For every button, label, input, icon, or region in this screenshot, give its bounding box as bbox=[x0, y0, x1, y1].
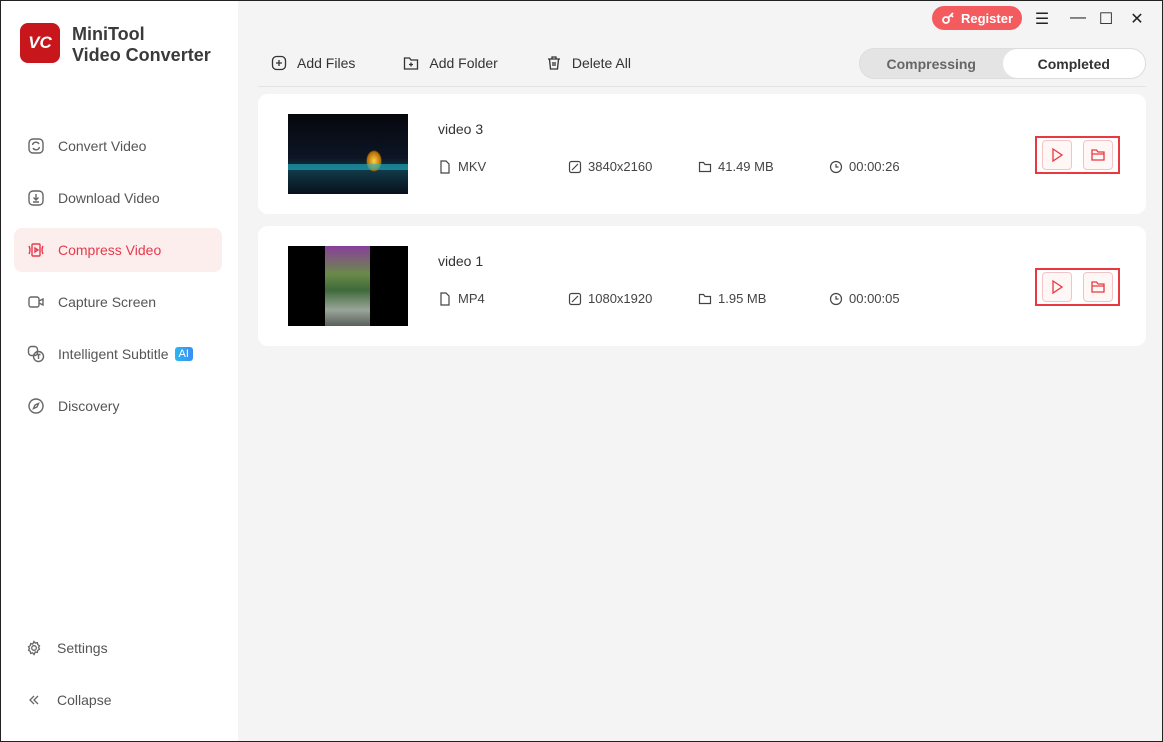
divider bbox=[258, 86, 1146, 87]
app-name-line1: MiniTool bbox=[72, 24, 145, 44]
delete-all-label: Delete All bbox=[571, 55, 631, 71]
add-folder-label: Add Folder bbox=[429, 55, 498, 71]
folder-icon bbox=[698, 161, 712, 172]
video-size: 41.49 MB bbox=[698, 159, 774, 174]
app-name: MiniTool Video Converter bbox=[72, 24, 211, 66]
folder-icon bbox=[1091, 281, 1105, 293]
folder-icon bbox=[1091, 149, 1105, 161]
settings-button[interactable]: Settings bbox=[26, 640, 226, 656]
ai-badge: AI bbox=[174, 347, 193, 361]
convert-icon bbox=[28, 138, 44, 154]
resolution-value: 3840x2160 bbox=[588, 159, 653, 174]
settings-label: Settings bbox=[57, 640, 108, 656]
sidebar-item-label: Download Video bbox=[58, 190, 160, 206]
sidebar-item-convert-video[interactable]: Convert Video bbox=[14, 124, 222, 168]
menu-button[interactable]: ☰ bbox=[1033, 9, 1051, 29]
tab-completed[interactable]: Completed bbox=[1002, 49, 1145, 78]
collapse-label: Collapse bbox=[57, 692, 112, 708]
app-logo: VC bbox=[20, 23, 60, 63]
resolution-icon bbox=[568, 160, 582, 173]
format-value: MP4 bbox=[458, 291, 485, 306]
sidebar: VC MiniTool Video Converter Convert Video… bbox=[1, 1, 238, 741]
add-files-label: Add Files bbox=[297, 55, 356, 71]
clock-icon bbox=[829, 292, 843, 305]
tab-compressing[interactable]: Compressing bbox=[860, 49, 1003, 78]
resolution-value: 1080x1920 bbox=[588, 291, 653, 306]
video-title: video 3 bbox=[438, 121, 484, 137]
video-card: video 1 MP4 1080x1920 1.95 MB 00:00:05 bbox=[258, 226, 1146, 346]
compass-icon bbox=[28, 398, 44, 414]
trash-icon bbox=[547, 56, 560, 70]
collapse-button[interactable]: Collapse bbox=[26, 692, 226, 708]
file-format-icon bbox=[440, 291, 450, 306]
sidebar-item-compress-video[interactable]: Compress Video bbox=[14, 228, 222, 272]
video-actions bbox=[1035, 136, 1120, 174]
sidebar-item-download-video[interactable]: Download Video bbox=[14, 176, 222, 220]
size-value: 41.49 MB bbox=[718, 159, 774, 174]
video-format: MP4 bbox=[438, 291, 485, 306]
play-icon bbox=[1052, 147, 1064, 163]
sidebar-nav: Convert Video Download Video Compress Vi… bbox=[14, 124, 222, 436]
sidebar-item-label: Capture Screen bbox=[58, 294, 157, 310]
minimize-button[interactable]: — bbox=[1069, 9, 1087, 27]
video-size: 1.95 MB bbox=[698, 291, 766, 306]
video-duration: 00:00:05 bbox=[829, 291, 900, 306]
sidebar-item-label: Compress Video bbox=[58, 242, 162, 258]
sidebar-item-discovery[interactable]: Discovery bbox=[14, 384, 222, 428]
video-title: video 1 bbox=[438, 253, 484, 269]
key-icon bbox=[942, 12, 954, 24]
duration-value: 00:00:05 bbox=[849, 291, 900, 306]
folder-icon bbox=[698, 293, 712, 304]
register-button[interactable]: Register bbox=[932, 6, 1022, 30]
video-card: video 3 MKV 3840x2160 41.49 MB 00:00:26 bbox=[258, 94, 1146, 214]
delete-all-button[interactable]: Delete All bbox=[546, 55, 631, 71]
play-button[interactable] bbox=[1042, 140, 1073, 170]
maximize-button[interactable]: ☐ bbox=[1097, 9, 1115, 29]
video-resolution: 1080x1920 bbox=[568, 291, 652, 306]
download-icon bbox=[28, 190, 44, 206]
duration-value: 00:00:26 bbox=[849, 159, 900, 174]
video-duration: 00:00:26 bbox=[829, 159, 900, 174]
add-files-button[interactable]: Add Files bbox=[271, 55, 355, 71]
video-thumbnail bbox=[288, 246, 408, 326]
double-chevron-left-icon bbox=[29, 695, 39, 705]
camera-icon bbox=[28, 296, 44, 308]
gear-icon bbox=[27, 640, 41, 656]
sidebar-item-intelligent-subtitle[interactable]: Intelligent Subtitle AI bbox=[14, 332, 222, 376]
subtitle-icon bbox=[27, 345, 45, 363]
video-resolution: 3840x2160 bbox=[568, 159, 652, 174]
register-label: Register bbox=[960, 10, 1014, 26]
format-value: MKV bbox=[458, 159, 487, 174]
resolution-icon bbox=[568, 292, 582, 305]
close-button[interactable]: ✕ bbox=[1128, 9, 1146, 29]
app-name-line2: Video Converter bbox=[72, 45, 211, 65]
play-button[interactable] bbox=[1042, 272, 1073, 302]
video-actions bbox=[1035, 268, 1120, 306]
sidebar-item-label: Discovery bbox=[58, 398, 120, 414]
file-format-icon bbox=[440, 159, 450, 174]
plus-circle-icon bbox=[271, 55, 287, 71]
clock-icon bbox=[829, 160, 843, 173]
status-tabs: Compressing Completed bbox=[859, 48, 1146, 79]
open-folder-button[interactable] bbox=[1082, 140, 1113, 170]
size-value: 1.95 MB bbox=[718, 291, 767, 306]
play-icon bbox=[1052, 279, 1064, 295]
sidebar-item-capture-screen[interactable]: Capture Screen bbox=[14, 280, 222, 324]
sidebar-item-label: Convert Video bbox=[58, 138, 147, 154]
open-folder-button[interactable] bbox=[1082, 272, 1113, 302]
folder-plus-icon bbox=[404, 57, 419, 70]
video-format: MKV bbox=[438, 159, 486, 174]
sidebar-item-label: Intelligent Subtitle bbox=[58, 346, 169, 362]
add-folder-button[interactable]: Add Folder bbox=[403, 55, 498, 71]
toolbar: Add Files Add Folder Delete All bbox=[271, 55, 679, 71]
video-thumbnail bbox=[288, 114, 408, 194]
compress-icon bbox=[28, 243, 44, 257]
